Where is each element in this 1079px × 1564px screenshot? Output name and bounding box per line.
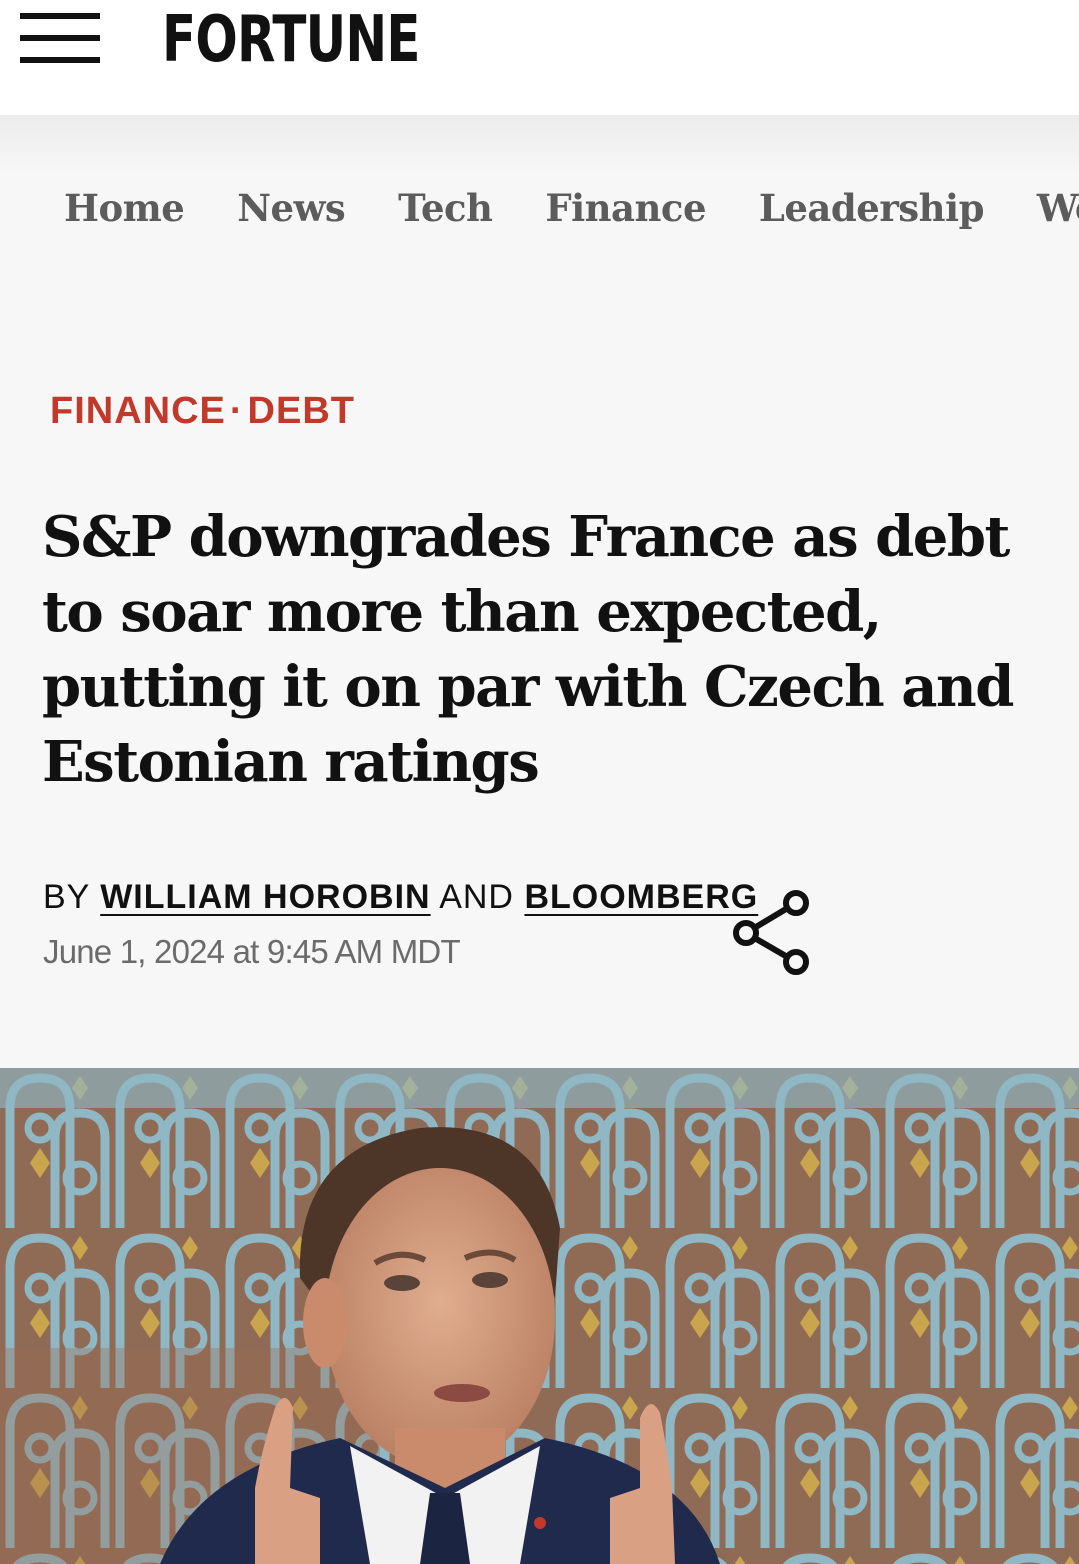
hero-photo-illustration bbox=[0, 1068, 1079, 1564]
nav-list: Home News Tech Finance Leadership Well bbox=[64, 183, 1079, 233]
menu-line bbox=[20, 57, 100, 63]
category-debt-link[interactable]: DEBT bbox=[248, 390, 355, 432]
nav-item-tech[interactable]: Tech bbox=[398, 183, 493, 233]
menu-line bbox=[20, 35, 100, 41]
nav-item-home[interactable]: Home bbox=[64, 183, 185, 233]
nav-item-news[interactable]: News bbox=[237, 183, 346, 233]
share-icon[interactable] bbox=[728, 886, 816, 978]
publish-date: June 1, 2024 at 9:45 AM MDT bbox=[43, 933, 461, 970]
share-icon-graphic bbox=[733, 890, 809, 975]
hero-photo bbox=[0, 1068, 1079, 1564]
fortune-logo[interactable]: FORTUNE bbox=[162, 2, 421, 78]
category-separator: · bbox=[229, 390, 244, 432]
nav-item-finance[interactable]: Finance bbox=[545, 183, 706, 233]
byline: BY WILLIAM HOROBIN AND BLOOMBERG bbox=[43, 876, 758, 918]
nav-item-well[interactable]: Well bbox=[1037, 183, 1079, 233]
author-link-william-horobin[interactable]: WILLIAM HOROBIN bbox=[100, 878, 430, 916]
article-headline: S&P downgrades France as debt to soar mo… bbox=[42, 504, 1014, 795]
nav-item-leadership[interactable]: Leadership bbox=[759, 183, 985, 233]
section-nav: Home News Tech Finance Leadership Well bbox=[0, 115, 1079, 280]
article-category: FINANCE · DEBT bbox=[50, 388, 355, 434]
hamburger-menu-icon[interactable] bbox=[20, 13, 100, 65]
byline-prefix: BY bbox=[43, 878, 90, 916]
author-link-bloomberg[interactable]: BLOOMBERG bbox=[524, 878, 758, 916]
top-bar: FORTUNE bbox=[0, 0, 1079, 115]
category-finance-link[interactable]: FINANCE bbox=[50, 390, 226, 432]
menu-line bbox=[20, 13, 100, 19]
byline-and: AND bbox=[439, 878, 514, 916]
